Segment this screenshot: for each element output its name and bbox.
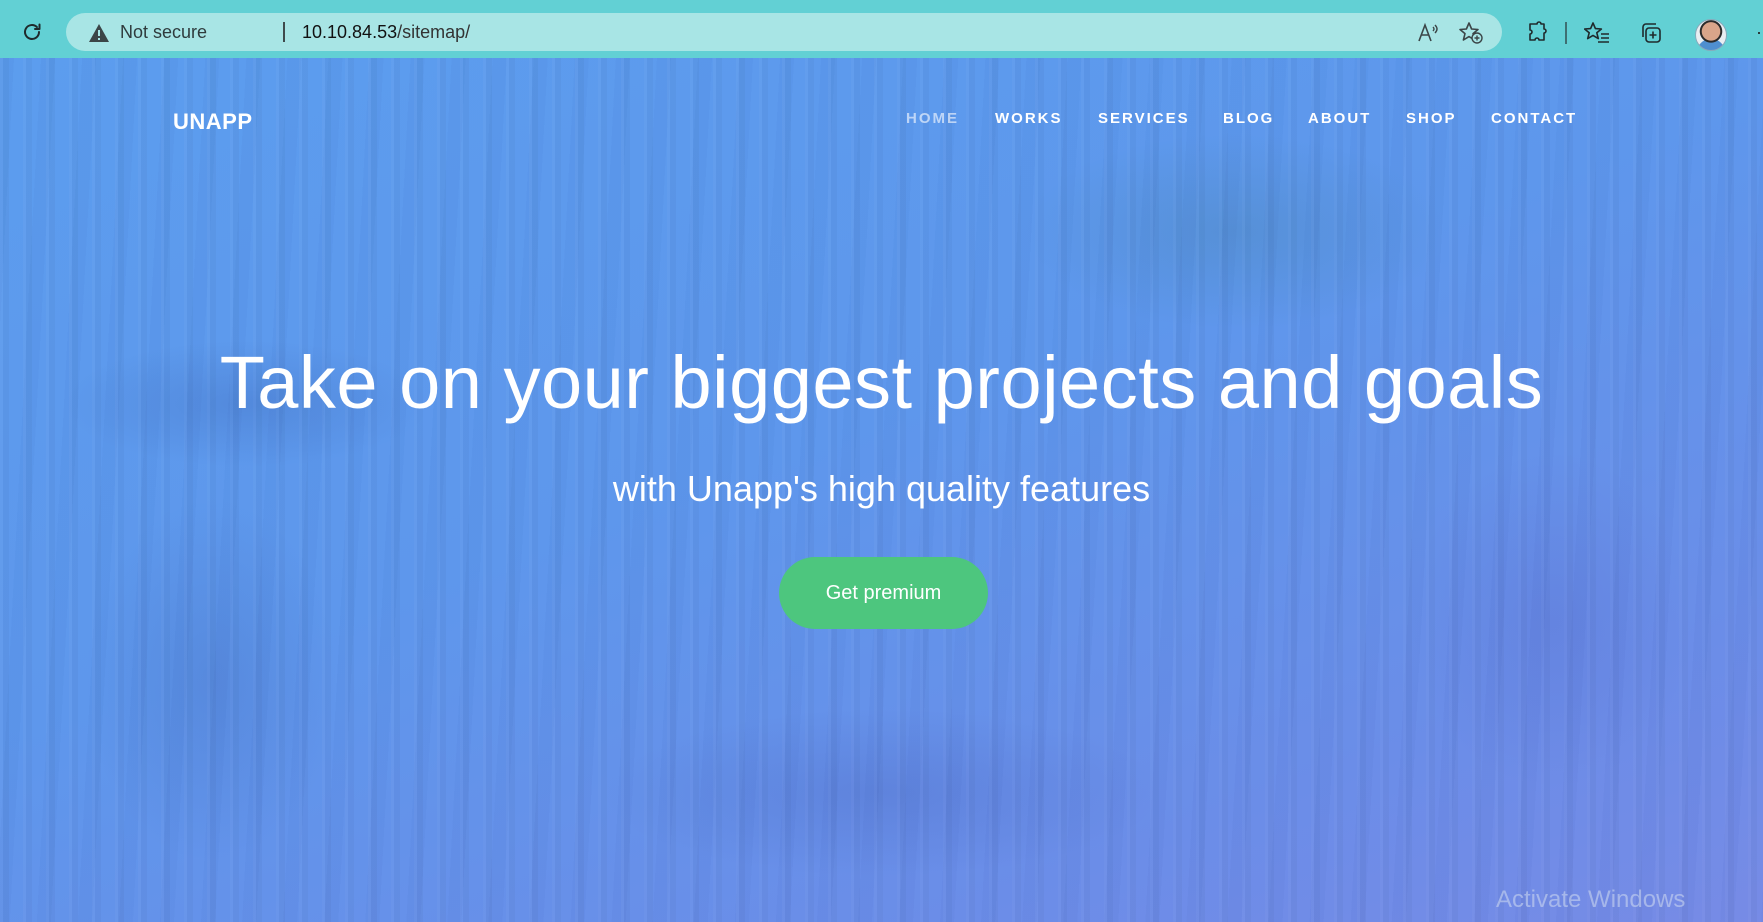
toolbar-separator xyxy=(1565,22,1567,44)
address-bar[interactable]: Not secure 10.10.84.53/sitemap/ xyxy=(66,13,1502,51)
url-host: 10.10.84.53 xyxy=(302,22,398,42)
nav-item-works[interactable]: WORKS xyxy=(995,110,1063,127)
browser-toolbar: Not secure 10.10.84.53/sitemap/ · xyxy=(0,0,1763,58)
read-aloud-icon[interactable] xyxy=(1416,22,1440,49)
warning-icon[interactable] xyxy=(88,23,110,48)
address-divider xyxy=(283,22,285,42)
more-icon[interactable]: · xyxy=(1756,22,1762,43)
favorites-icon[interactable] xyxy=(1584,20,1610,46)
add-favorite-icon[interactable] xyxy=(1458,21,1484,50)
nav-item-about[interactable]: ABOUT xyxy=(1308,110,1371,127)
nav-item-home[interactable]: HOME xyxy=(906,110,959,127)
nav-item-contact[interactable]: CONTACT xyxy=(1491,110,1577,127)
nav-item-blog[interactable]: BLOG xyxy=(1223,110,1274,127)
nav-item-shop[interactable]: SHOP xyxy=(1406,110,1457,127)
nav-item-services[interactable]: SERVICES xyxy=(1098,110,1190,127)
reload-icon[interactable] xyxy=(18,18,46,46)
extensions-icon[interactable] xyxy=(1524,20,1550,46)
hero-section: UNAPP HOME WORKS SERVICES BLOG ABOUT SHO… xyxy=(0,58,1763,922)
activate-windows-watermark: Activate Windows xyxy=(1496,886,1686,913)
url-path: /sitemap/ xyxy=(397,22,471,42)
main-nav: HOME WORKS SERVICES BLOG ABOUT SHOP CONT… xyxy=(0,110,1763,134)
profile-avatar[interactable] xyxy=(1695,19,1727,51)
collections-icon[interactable] xyxy=(1638,20,1664,46)
url-text[interactable]: 10.10.84.53/sitemap/ xyxy=(302,22,470,43)
hero-subheadline: with Unapp's high quality features xyxy=(612,468,1151,509)
security-status-label[interactable]: Not secure xyxy=(120,22,207,43)
hero-headline: Take on your biggest projects and goals xyxy=(219,341,1544,424)
get-premium-button[interactable]: Get premium xyxy=(779,557,988,629)
